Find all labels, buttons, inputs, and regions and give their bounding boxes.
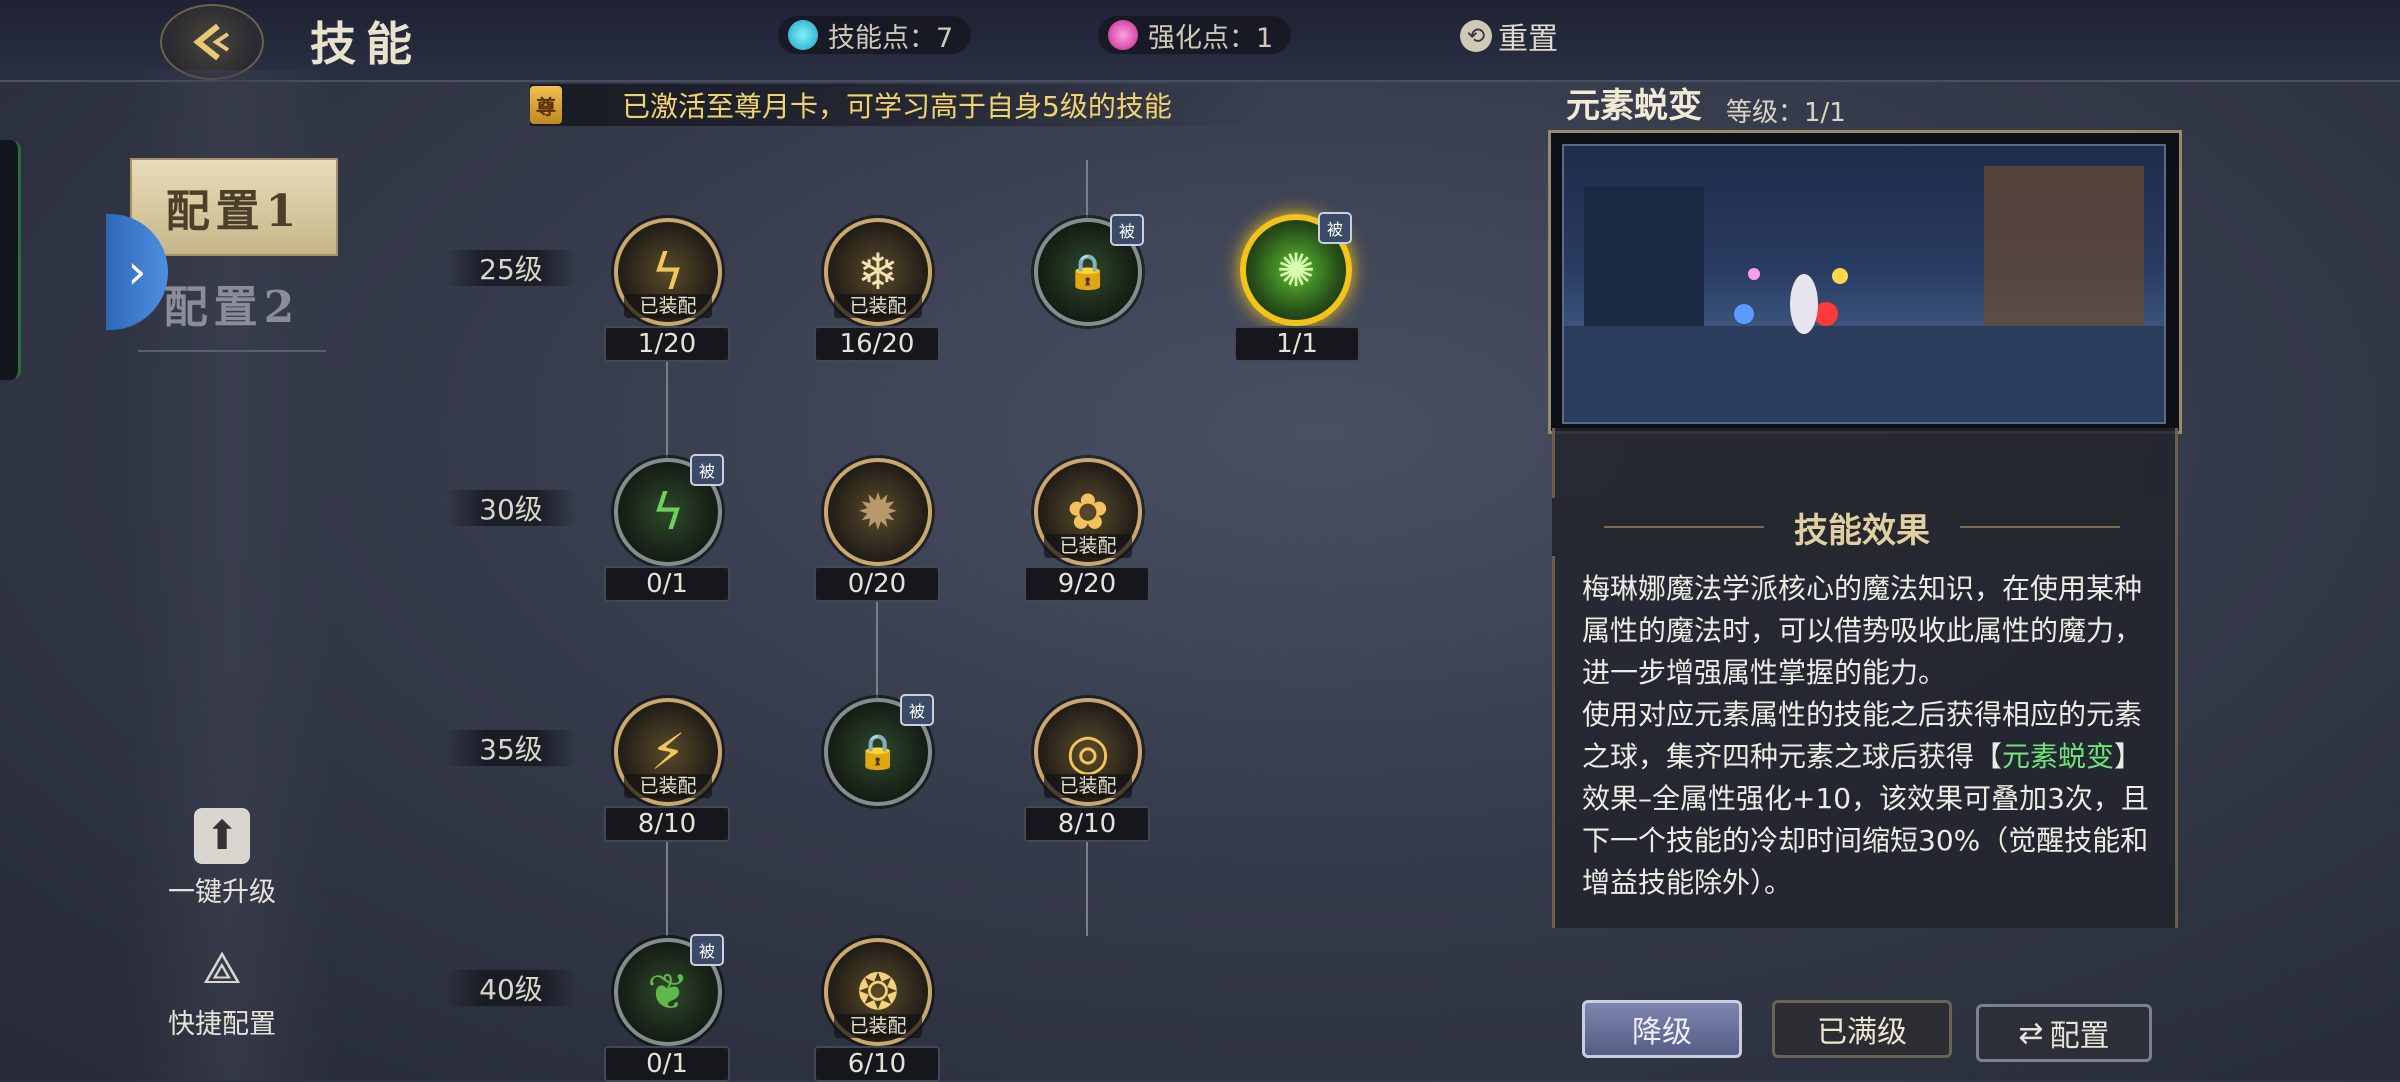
tree-connector bbox=[1086, 160, 1088, 220]
level-label: 35级 bbox=[446, 730, 576, 766]
passive-badge: 被 bbox=[1318, 212, 1352, 244]
tree-connector bbox=[666, 360, 668, 460]
skill-level: 等级：1/1 bbox=[1726, 98, 1846, 128]
skill-node[interactable]: ◎ 已装配 bbox=[1034, 698, 1142, 806]
back-arrow-icon bbox=[193, 23, 230, 61]
skill-point-icon bbox=[788, 20, 818, 50]
skill-points-label: 技能点：7 bbox=[828, 22, 954, 54]
one-click-upgrade-button[interactable]: ⬆ 一键升级 bbox=[142, 808, 302, 909]
skill-node[interactable]: ❂ 已装配 bbox=[824, 938, 932, 1046]
tree-connector bbox=[666, 836, 668, 936]
divider bbox=[138, 350, 326, 352]
skill-description: 梅琳娜魔法学派核心的魔法知识，在使用某种属性的魔法时，可以借势吸收此属性的魔力，… bbox=[1582, 568, 2152, 904]
skill-node-locked[interactable]: 🔒 被 bbox=[824, 694, 934, 806]
equipped-tag: 已装配 bbox=[624, 774, 712, 798]
level-label: 25级 bbox=[446, 250, 576, 286]
skill-progress: 0/20 bbox=[814, 566, 940, 602]
upgrade-label: 一键升级 bbox=[168, 877, 276, 908]
skill-progress: 8/10 bbox=[604, 806, 730, 842]
passive-badge: 被 bbox=[690, 454, 724, 486]
reset-button[interactable]: ⟲ 重置 bbox=[1460, 14, 1558, 58]
skill-progress: 0/1 bbox=[604, 1046, 730, 1082]
enhance-points-label: 强化点：1 bbox=[1148, 22, 1274, 54]
skill-node[interactable]: ❦ 被 bbox=[614, 934, 724, 1046]
skill-progress: 6/10 bbox=[814, 1046, 940, 1082]
chevron-right-icon: › bbox=[127, 244, 147, 300]
passive-badge: 被 bbox=[1110, 214, 1144, 246]
skill-node[interactable]: ✹ bbox=[824, 458, 932, 566]
back-button[interactable] bbox=[160, 4, 264, 80]
skill-progress: 8/10 bbox=[1024, 806, 1150, 842]
side-drawer-handle[interactable] bbox=[0, 140, 21, 380]
equipped-tag: 已装配 bbox=[834, 294, 922, 318]
upgrade-arrow-icon: ⬆ bbox=[194, 808, 250, 864]
skill-name: 元素蜕变 bbox=[1566, 86, 1702, 126]
skill-node[interactable]: ❄ 已装配 bbox=[824, 218, 932, 326]
tab-config-1[interactable]: 配置1 bbox=[130, 158, 338, 256]
reset-label: 重置 bbox=[1498, 22, 1558, 57]
equipped-tag: 已装配 bbox=[834, 1014, 922, 1038]
equipped-tag: 已装配 bbox=[624, 294, 712, 318]
skill-node[interactable]: ϟ 已装配 bbox=[614, 218, 722, 326]
desc-paragraph-2: 使用对应元素属性的技能之后获得相应的元素之球，集齐四种元素之球后获得【元素蜕变】… bbox=[1582, 698, 2149, 899]
skill-progress: 9/20 bbox=[1024, 566, 1150, 602]
reset-icon: ⟲ bbox=[1460, 20, 1492, 52]
tree-connector bbox=[876, 598, 878, 698]
quick-config-button[interactable]: ⟁ 快捷配置 bbox=[142, 940, 302, 1041]
skill-node-selected[interactable]: ✺ 被 bbox=[1240, 212, 1352, 326]
divider bbox=[1960, 526, 2120, 528]
skill-node[interactable]: ϟ 被 bbox=[614, 454, 724, 566]
tree-connector bbox=[1086, 836, 1088, 936]
skill-node[interactable]: ✿ 已装配 bbox=[1034, 458, 1142, 566]
downgrade-button[interactable]: 降级 bbox=[1582, 1000, 1742, 1058]
configure-button[interactable]: ⇄ 配置 bbox=[1976, 1004, 2152, 1062]
configure-label: 配置 bbox=[2049, 1019, 2110, 1054]
desc-paragraph-1: 梅琳娜魔法学派核心的魔法知识，在使用某种属性的魔法时，可以借势吸收此属性的魔力，… bbox=[1582, 572, 2143, 689]
skill-points-display: 技能点：7 bbox=[778, 16, 972, 54]
skill-progress: 16/20 bbox=[814, 326, 940, 362]
vortex-icon: ✹ bbox=[857, 483, 899, 541]
vip-badge-icon: 尊 bbox=[530, 86, 562, 124]
equipped-tag: 已装配 bbox=[1044, 774, 1132, 798]
skill-progress: 1/1 bbox=[1234, 326, 1360, 362]
effect-header: 技能效果 bbox=[1552, 498, 2172, 556]
enhance-point-icon bbox=[1108, 20, 1138, 50]
swap-icon: ⇄ bbox=[2018, 1015, 2044, 1051]
preview-scene bbox=[1564, 166, 2164, 422]
highlight-buff-name: 元素蜕变 bbox=[2002, 740, 2115, 773]
enhance-points-display: 强化点：1 bbox=[1098, 16, 1292, 54]
skill-preview-video[interactable] bbox=[1562, 144, 2166, 424]
membership-banner: 尊 已激活至尊月卡，可学习高于自身5级的技能 bbox=[530, 84, 1270, 126]
skill-node[interactable]: ⚡ 已装配 bbox=[614, 698, 722, 806]
page-title: 技能 bbox=[310, 17, 422, 71]
divider bbox=[1604, 526, 1764, 528]
banner-text: 已激活至尊月卡，可学习高于自身5级的技能 bbox=[622, 90, 1172, 123]
max-level-button[interactable]: 已满级 bbox=[1772, 1000, 1952, 1058]
equipped-tag: 已装配 bbox=[1044, 534, 1132, 558]
skill-progress: 0/1 bbox=[604, 566, 730, 602]
skill-progress: 1/20 bbox=[604, 326, 730, 362]
quick-config-label: 快捷配置 bbox=[168, 1009, 276, 1040]
nodes-icon: ⟁ bbox=[202, 942, 242, 994]
level-label: 40级 bbox=[446, 970, 576, 1006]
skill-node-locked[interactable]: 🔒 被 bbox=[1034, 214, 1144, 326]
passive-badge: 被 bbox=[690, 934, 724, 966]
effect-title: 技能效果 bbox=[1794, 510, 1930, 551]
passive-badge: 被 bbox=[900, 694, 934, 726]
level-label: 30级 bbox=[446, 490, 576, 526]
